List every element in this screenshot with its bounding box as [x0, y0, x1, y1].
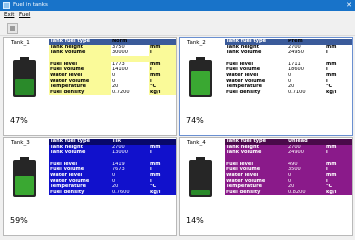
- row-label: Fuel density: [50, 89, 85, 95]
- row-value: 0.7200: [111, 89, 149, 96]
- fill-percent: 74%: [186, 116, 204, 125]
- row-value: 0.7100: [287, 89, 325, 96]
- battery-fill: [191, 71, 210, 95]
- row-label: Fuel density: [226, 189, 261, 195]
- refresh-button[interactable]: [7, 23, 18, 34]
- app-icon: [3, 2, 10, 9]
- window-title: Fuel in tanks: [13, 2, 48, 8]
- refresh-icon: [10, 26, 15, 31]
- row-unit: kg/l: [150, 89, 161, 95]
- close-icon[interactable]: ✕: [346, 1, 352, 10]
- tank-info-table: Tank fuel type Prem Tank height 2700 mm Tan…: [225, 39, 352, 96]
- battery-gauge: [13, 157, 36, 197]
- row-label: Fuel density: [226, 89, 261, 95]
- battery-fill: [191, 190, 210, 195]
- tank-name: Tank_1: [11, 40, 30, 46]
- battery-gauge: [189, 57, 212, 97]
- tank-name: Tank_4: [187, 140, 206, 146]
- battery-fill: [15, 79, 34, 95]
- row-value: 0.7600: [112, 189, 130, 195]
- tank-info-table: Tank fuel type Unlead Tank height 2700 mm T…: [225, 139, 352, 196]
- row-unit: kg/l: [326, 89, 337, 95]
- battery-gauge: [13, 57, 36, 97]
- menu-item-fuel[interactable]: Fuel: [19, 12, 30, 19]
- tank-panel-1: Tank_1 47% Tank fuel type Norm Tank heigh…: [3, 37, 177, 136]
- toolbar: [0, 20, 355, 36]
- row-unit: kg/l: [150, 189, 161, 195]
- tank-panel-4: Tank_4 14% Tank fuel type Unlead Tank hei…: [179, 137, 353, 236]
- fill-percent: 14%: [186, 216, 204, 225]
- battery-fill: [15, 176, 34, 195]
- tank-panel-2: Tank_2 74% Tank fuel type Prem Tank heigh…: [179, 37, 353, 136]
- tank-info-table: Tank fuel type Norm Tank height 3750 mm Tan…: [49, 39, 176, 96]
- tank-name: Tank_3: [11, 140, 30, 146]
- row-label: Fuel density: [50, 189, 85, 195]
- battery-gauge: [189, 157, 212, 197]
- fill-percent: 59%: [10, 216, 28, 225]
- tank-info-table: Tank fuel type TIR Tank height 2700 mm Tank…: [49, 139, 176, 196]
- row-unit: kg/l: [326, 189, 337, 195]
- menu-item-exit[interactable]: Exit: [4, 12, 14, 19]
- tank-panel-3: Tank_3 59% Tank fuel type TIR Tank height…: [3, 137, 177, 236]
- row-value: 0.8200: [288, 189, 306, 195]
- tank-name: Tank_2: [187, 40, 206, 46]
- fill-percent: 47%: [10, 116, 28, 125]
- menu-bar: Exit Fuel: [0, 11, 355, 20]
- window-titlebar: Fuel in tanks ✕: [0, 0, 355, 11]
